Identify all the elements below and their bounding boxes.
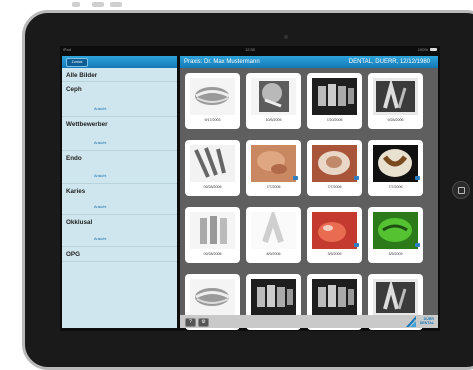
thumbnail-image <box>373 279 418 316</box>
image-panel: Praxis: Dr. Max Mustermann DENTAL, DUERR… <box>180 56 438 330</box>
image-date: 7/7/2006 <box>266 185 281 189</box>
image-tile[interactable]: 8/9/2006 <box>246 207 301 263</box>
ansicht-link[interactable]: Ansicht <box>94 237 106 241</box>
thumbnail-image <box>251 78 296 115</box>
image-tile[interactable]: 7/7/2006 <box>246 140 301 196</box>
category-item[interactable]: Wettbewerber Ansicht <box>62 117 177 151</box>
volume-up-button <box>92 2 104 7</box>
status-time: 12:30 <box>245 47 256 52</box>
photo-badge-icon <box>293 176 298 180</box>
category-label: Ceph <box>66 86 82 93</box>
battery-icon <box>430 48 437 51</box>
back-button[interactable]: Zurück <box>66 58 88 67</box>
thumbnail-image <box>190 145 235 182</box>
image-tile[interactable]: 09/28/2006 <box>185 140 240 196</box>
category-list: Alle Bilder Ceph Ansicht Wettbewerber Ansich… <box>62 68 177 262</box>
category-header: Zurück <box>62 56 177 68</box>
thumbnail-image <box>190 78 235 115</box>
category-item[interactable]: Karies Ansicht <box>62 184 177 215</box>
praxis-label: Praxis: Dr. Max Mustermann <box>184 59 260 65</box>
thumbnail-image <box>373 78 418 115</box>
category-label: Karies <box>66 188 86 195</box>
image-tile[interactable]: 7/7/2006 <box>368 140 423 196</box>
settings-button[interactable]: ⚙ <box>198 318 209 327</box>
image-date: 9/28/2006 <box>387 118 404 122</box>
category-label: Wettbewerber <box>66 121 108 128</box>
category-label: Endo <box>66 155 82 162</box>
photo-badge-icon <box>354 243 359 247</box>
volume-down-button <box>110 2 122 7</box>
image-tile[interactable]: 3/5/2009 <box>368 207 423 263</box>
image-date: 10/5/2005 <box>265 118 282 122</box>
image-tile[interactable]: 7/20/2006 <box>307 73 362 129</box>
category-item[interactable]: Endo Ansicht <box>62 151 177 184</box>
image-tile[interactable]: 10/5/2005 <box>246 73 301 129</box>
home-button[interactable] <box>452 181 470 199</box>
thumbnail-image <box>251 279 296 316</box>
thumbnail-image <box>312 145 357 182</box>
image-date: 7/7/2006 <box>388 185 403 189</box>
image-tile[interactable]: 7/7/2006 <box>307 140 362 196</box>
status-carrier: iPad <box>63 47 72 52</box>
status-bar: iPad 12:30 100% <box>60 46 440 54</box>
ansicht-link[interactable]: Ansicht <box>94 205 106 209</box>
thumbnail-image <box>190 212 235 249</box>
image-date: 7/20/2006 <box>326 118 343 122</box>
ansicht-link[interactable]: Ansicht <box>94 107 106 111</box>
camera <box>284 35 288 39</box>
image-tile[interactable]: 3/5/2009 <box>307 207 362 263</box>
image-date: 8/9/2006 <box>266 252 281 256</box>
patient-header: Praxis: Dr. Max Mustermann DENTAL, DUERR… <box>180 56 438 68</box>
ansicht-link[interactable]: Ansicht <box>94 174 106 178</box>
screen: iPad 12:30 100% Zurück Alle Bilder Ceph An… <box>60 46 440 331</box>
image-grid: 9/17/2003 10/5/2005 7/20/2006 9/28/2006 09/2… <box>180 68 438 330</box>
category-item[interactable]: OPG <box>62 247 177 262</box>
category-label: Alle Bilder <box>66 72 98 79</box>
thumbnail-image <box>251 212 296 249</box>
category-label: OPG <box>66 251 80 258</box>
thumbnail-image <box>190 279 235 316</box>
image-tile[interactable]: 9/28/2006 <box>368 73 423 129</box>
home-icon <box>458 187 465 194</box>
photo-badge-icon <box>354 176 359 180</box>
help-button[interactable]: ? <box>185 318 196 327</box>
duerr-dental-logo: DÜRR DENTAL <box>406 316 434 327</box>
ansicht-link[interactable]: Ansicht <box>94 141 106 145</box>
thumbnail-image <box>312 78 357 115</box>
photo-badge-icon <box>415 176 420 180</box>
thumbnail-image <box>373 212 418 249</box>
category-panel: Zurück Alle Bilder Ceph Ansicht Wettbewerbe… <box>62 56 177 328</box>
status-battery-text: 100% <box>417 47 428 52</box>
mute-switch <box>72 2 80 7</box>
image-date: 09/28/2006 <box>203 185 222 189</box>
thumbnail-image <box>312 279 357 316</box>
image-date: 09/28/2006 <box>203 252 222 256</box>
image-date: 7/7/2006 <box>327 185 342 189</box>
thumbnail-image <box>373 145 418 182</box>
logo-icon <box>406 316 416 327</box>
image-date: 9/17/2003 <box>204 118 221 122</box>
image-tile[interactable]: 09/28/2006 <box>185 207 240 263</box>
patient-label: DENTAL, DUERR, 12/12/1980 <box>348 59 430 65</box>
category-label: Okklusal <box>66 219 93 226</box>
image-date: 3/5/2009 <box>327 252 342 256</box>
image-footer: ? ⚙ DÜRR DENTAL <box>180 315 438 328</box>
category-item[interactable]: Okklusal Ansicht <box>62 215 177 247</box>
image-tile[interactable]: 9/17/2003 <box>185 73 240 129</box>
logo-text: DÜRR DENTAL <box>419 317 434 325</box>
category-item[interactable]: Ceph Ansicht <box>62 82 177 117</box>
thumbnail-image <box>251 145 296 182</box>
image-date: 3/5/2009 <box>388 252 403 256</box>
thumbnail-image <box>312 212 357 249</box>
photo-badge-icon <box>415 243 420 247</box>
category-item[interactable]: Alle Bilder <box>62 68 177 82</box>
